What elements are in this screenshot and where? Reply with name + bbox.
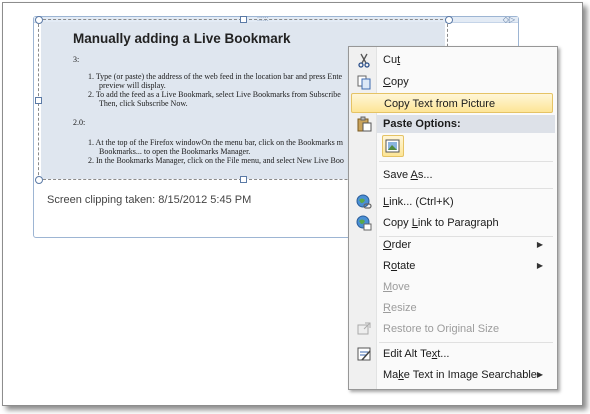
resize-handle-left[interactable]	[35, 97, 42, 104]
resize-handle-top[interactable]	[240, 16, 247, 23]
menu-item-label: Rotate	[383, 260, 416, 272]
menu-separator	[379, 188, 553, 189]
menu-item-rotate[interactable]: Rotate ▶	[351, 256, 553, 276]
paste-options-header: Paste Options:	[377, 115, 555, 133]
submenu-arrow-icon: ▶	[536, 370, 543, 379]
menu-separator	[379, 161, 553, 162]
menu-item-label: Restore to Original Size	[383, 323, 500, 335]
menu-item-label: Move	[383, 281, 410, 293]
link-paragraph-icon	[356, 215, 372, 231]
menu-item-cut[interactable]: Cut	[351, 50, 553, 70]
submenu-arrow-icon: ▶	[536, 261, 543, 270]
menu-item-save-as[interactable]: Save As...	[351, 165, 553, 185]
resize-handle-bottom-left[interactable]	[35, 176, 43, 184]
clipboard-paste-icon	[357, 116, 372, 132]
menu-item-label: Copy Text from Picture	[384, 98, 496, 110]
menu-item-label: Edit Alt Text...	[383, 348, 450, 360]
menu-item-label: Save As...	[383, 169, 433, 181]
menu-item-make-text-searchable[interactable]: Make Text in Image Searchable ▶	[351, 365, 553, 385]
resize-handle-top-right[interactable]	[445, 16, 453, 24]
resize-handle-bottom[interactable]	[240, 176, 247, 183]
menu-item-move: Move	[351, 277, 553, 297]
context-menu: Cut Copy Copy Text from Picture Paste Op…	[348, 46, 558, 390]
submenu-arrow-icon: ▶	[536, 240, 543, 249]
menu-item-label: Link... (Ctrl+K)	[383, 196, 454, 208]
paste-picture-button[interactable]	[382, 135, 404, 157]
menu-item-edit-alt-text[interactable]: Edit Alt Text...	[351, 344, 553, 364]
menu-item-copy-text-from-picture[interactable]: Copy Text from Picture	[351, 93, 553, 113]
screen-clipping-caption: Screen clipping taken: 8/15/2012 5:45 PM	[47, 194, 252, 206]
menu-item-label: Cut	[383, 54, 401, 66]
menu-item-copy[interactable]: Copy	[351, 72, 553, 92]
menu-separator	[379, 342, 553, 343]
menu-item-link[interactable]: Link... (Ctrl+K)	[351, 192, 553, 212]
menu-item-resize: Resize	[351, 298, 553, 318]
globe-link-icon	[356, 194, 372, 209]
menu-item-copy-link-to-paragraph[interactable]: Copy Link to Paragraph	[351, 213, 553, 233]
menu-item-restore-original-size: Restore to Original Size	[351, 319, 553, 339]
menu-item-label: Resize	[383, 302, 417, 314]
paste-picture-icon	[385, 139, 400, 153]
menu-item-label: Order	[383, 239, 412, 251]
copy-icon	[357, 75, 371, 90]
restore-size-icon	[357, 322, 371, 335]
menu-item-order[interactable]: Order ▶	[351, 235, 553, 255]
menu-item-label: Copy	[383, 76, 409, 88]
menu-item-label: Make Text in Image Searchable	[383, 369, 537, 381]
alt-text-icon	[357, 347, 371, 361]
scissors-icon	[358, 53, 370, 68]
resize-handle-top-left[interactable]	[35, 16, 43, 24]
expand-note-icon[interactable]: ◇▷	[503, 16, 515, 24]
menu-item-label: Copy Link to Paragraph	[383, 217, 499, 229]
